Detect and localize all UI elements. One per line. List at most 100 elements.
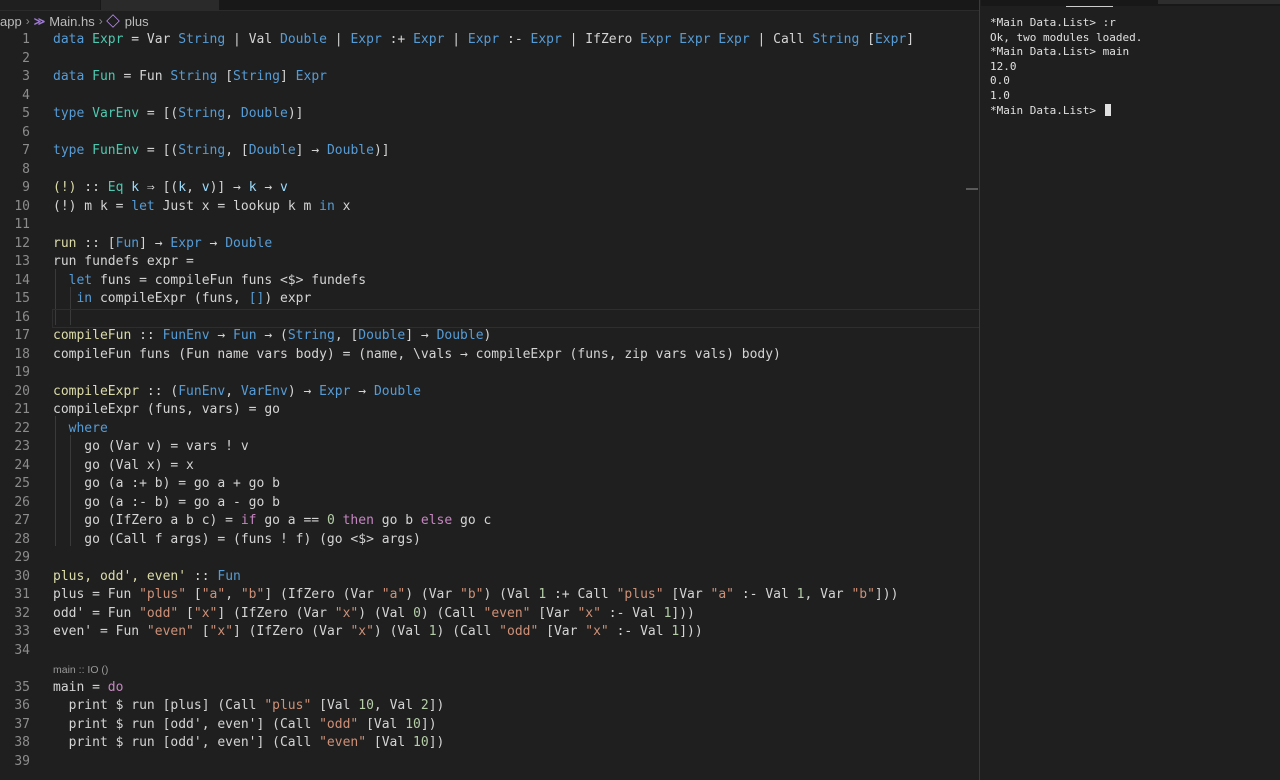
code-line[interactable]: 37 print $ run [odd', even'] (Call "odd"… (0, 716, 979, 735)
code-token: "b" (460, 587, 484, 602)
code-line[interactable]: 28 go (Call f args) = (funs ! f) (go <$>… (0, 531, 979, 550)
code-token: [ (859, 32, 875, 47)
code-line[interactable]: 35 main = do (0, 679, 979, 698)
code-token: [Val (311, 698, 359, 713)
code-token: "b" (851, 587, 875, 602)
breadcrumb: app › ≫ Main.hs › plus (0, 12, 149, 30)
code-token: , Val (373, 698, 421, 713)
code-token: , [ (225, 143, 249, 158)
code-token: "x" (350, 624, 374, 639)
code-line[interactable]: 21 compileExpr (funs, vars) = go (0, 401, 979, 420)
code-line[interactable]: 23 go (Var v) = vars ! v (0, 438, 979, 457)
code-token: = [( (139, 106, 179, 121)
code-token: :+ (381, 32, 414, 47)
code-token: "odd" (139, 605, 179, 621)
code-line[interactable]: 1 data Expr = Var String | Val Double | E… (0, 31, 979, 50)
line-number: 15 (14, 291, 30, 306)
code-token: [Var (530, 605, 578, 621)
code-line[interactable]: 29 (0, 549, 979, 568)
code-token: Double (280, 32, 327, 47)
code-token: Expr (350, 32, 382, 47)
code-line[interactable]: 13 run fundefs expr = (0, 253, 979, 272)
code-text: go (Call f args) = (funs ! f) (go <$> ar… (53, 531, 421, 550)
code-token: k (248, 180, 257, 195)
code-line[interactable]: 22 where (0, 420, 979, 439)
tab-package-yaml[interactable] (101, 0, 219, 10)
code-token: :: (131, 328, 163, 343)
code-text: compileExpr (funs, vars) = go (53, 401, 280, 420)
code-token: = [( (139, 143, 179, 158)
code-line[interactable]: 2 (0, 50, 979, 69)
breadcrumb-folder[interactable]: app (0, 14, 22, 29)
code-line[interactable]: 27 go (IfZero a b c) = if go a == 0 then… (0, 512, 979, 531)
code-line[interactable]: 16 (0, 308, 980, 328)
code-line[interactable]: 39 (0, 753, 979, 772)
terminal-line-text: *Main Data.List> (990, 103, 1103, 117)
code-line[interactable]: 36 print $ run [plus] (Call "plus" [Val … (0, 697, 979, 716)
code-text: main = do (53, 679, 123, 698)
code-text: run :: [Fun] → Expr → Double (53, 235, 272, 254)
code-line[interactable]: 3 data Fun = Fun String [String] Expr (0, 68, 979, 87)
line-number: 3 (22, 69, 30, 84)
code-line[interactable]: 15 in compileExpr (funs, []) expr (0, 290, 979, 309)
pane-splitter[interactable] (979, 0, 980, 780)
code-line[interactable]: 32 odd' = Fun "odd" ["x"] (IfZero (Var "x… (0, 605, 979, 624)
line-number: 9 (22, 180, 30, 195)
tab-main-hs[interactable] (0, 0, 100, 10)
code-token: compileExpr (53, 383, 140, 399)
code-text: go (a :- b) = go a - go b (53, 494, 280, 513)
code-line[interactable]: 5 type VarEnv = [(String, Double)] (0, 105, 979, 124)
code-token: compileExpr (funs, (92, 291, 249, 306)
code-line[interactable]: 33 even' = Fun "even" ["x"] (IfZero (Var … (0, 623, 979, 642)
code-line[interactable]: 9 (!) :: Eq k ⇒ [(k, v)] → k → v (0, 179, 979, 198)
overview-ruler-mark (966, 188, 978, 190)
code-text: let funs = compileFun funs <$> fundefs (53, 272, 366, 291)
code-line[interactable]: 31 plus = Fun "plus" ["a", "b"] (IfZero (… (0, 586, 979, 605)
code-line[interactable]: 14 let funs = compileFun funs <$> fundef… (0, 272, 979, 291)
code-token: ) (483, 328, 492, 343)
code-editor[interactable]: 1 data Expr = Var String | Val Double | E… (0, 31, 980, 780)
code-text: type VarEnv = [(String, Double)] (53, 105, 304, 124)
code-line[interactable]: 30 plus, odd', even' :: Fun (0, 568, 979, 587)
codelens-type-signature[interactable]: main :: IO () (53, 661, 108, 679)
code-line[interactable]: 18 compileFun funs (Fun name vars body) =… (0, 346, 979, 365)
code-line[interactable]: 11 (0, 216, 979, 235)
code-token: Fun (217, 568, 241, 584)
code-line[interactable]: 10 (!) m k = let Just x = lookup k m in x (0, 198, 979, 217)
code-text: plus = Fun "plus" ["a", "b"] (IfZero (Va… (53, 586, 898, 605)
terminal-panel[interactable]: *Main Data.List> :r Ok, two modules loade… (981, 16, 1280, 780)
code-token: "plus" (616, 587, 664, 602)
code-line[interactable]: 17 compileFun :: FunEnv → Fun → (String, … (0, 327, 979, 346)
code-line[interactable]: 26 go (a :- b) = go a - go b (0, 494, 979, 513)
terminal-toolbar (1158, 0, 1280, 4)
code-token: | (326, 32, 351, 47)
code-token: go (Var v) = vars ! v (53, 439, 249, 454)
line-number: 14 (14, 272, 30, 288)
code-line[interactable]: 4 (0, 87, 979, 106)
code-line[interactable]: 38 print $ run [odd', even'] (Call "even… (0, 734, 979, 753)
code-line[interactable]: 12 run :: [Fun] → Expr → Double (0, 235, 979, 254)
code-token: , (225, 383, 241, 399)
breadcrumb-file[interactable]: Main.hs (49, 14, 95, 29)
code-token: , (225, 106, 241, 121)
code-line[interactable]: 25 go (a :+ b) = go a + go b (0, 475, 979, 494)
code-line[interactable]: 7 type FunEnv = [(String, [Double] → Doub… (0, 142, 979, 161)
terminal-active-tab-indicator[interactable] (1066, 6, 1113, 7)
code-token: [ (178, 605, 194, 621)
code-token: 10 (358, 698, 374, 713)
code-line[interactable]: 20 compileExpr :: (FunEnv, VarEnv) → Expr… (0, 383, 979, 402)
code-token: Double (248, 143, 296, 158)
code-token: [ (217, 69, 234, 84)
code-token: "a" (710, 587, 735, 602)
breadcrumb-symbol[interactable]: plus (125, 14, 149, 29)
code-line[interactable]: 19 (0, 364, 979, 383)
line-number: 23 (14, 439, 30, 454)
code-text: type FunEnv = [(String, [Double] → Doubl… (53, 142, 390, 161)
code-line[interactable]: 24 go (Val x) = x (0, 457, 979, 476)
code-line[interactable]: 8 (0, 161, 979, 180)
code-line[interactable]: 6 (0, 124, 979, 143)
code-token: 10 (405, 716, 421, 732)
code-token: "x" (334, 605, 359, 621)
code-line[interactable]: 34 (0, 642, 979, 661)
